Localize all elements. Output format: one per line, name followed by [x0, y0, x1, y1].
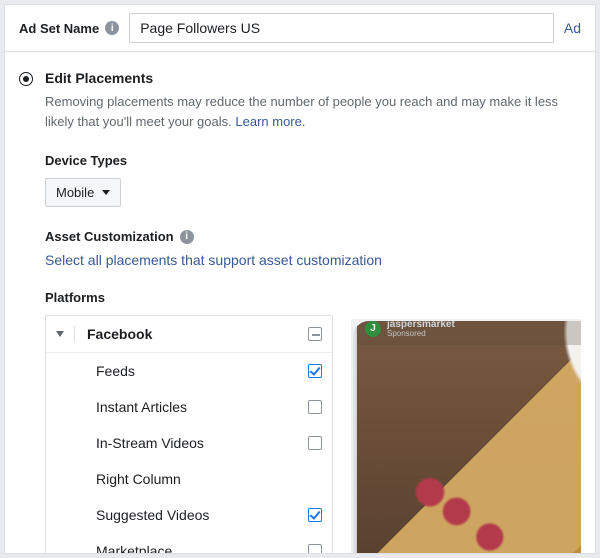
platform-group-name: Facebook [87, 326, 308, 342]
platform-item-label: Instant Articles [96, 399, 308, 415]
edit-placements-title: Edit Placements [45, 70, 581, 86]
edit-placements-description: Removing placements may reduce the numbe… [45, 92, 581, 131]
ad-image [357, 319, 581, 554]
asset-customization-section: Asset Customization i Select all placeme… [19, 229, 581, 268]
panel-body: Edit Placements Removing placements may … [5, 52, 595, 552]
platform-item[interactable]: In-Stream Videos [46, 425, 332, 461]
asset-customization-link[interactable]: Select all placements that support asset… [45, 252, 581, 268]
asset-customization-label-text: Asset Customization [45, 229, 174, 244]
brand-avatar: J [365, 321, 381, 337]
platform-item[interactable]: Instant Articles [46, 389, 332, 425]
platform-item[interactable]: Marketplace [46, 533, 332, 554]
platform-item[interactable]: Feeds [46, 353, 332, 389]
edit-placements-option[interactable]: Edit Placements Removing placements may … [19, 70, 581, 131]
learn-more-link[interactable]: Learn more. [235, 114, 305, 129]
collapse-toggle-icon[interactable] [56, 331, 64, 337]
info-icon[interactable]: i [105, 21, 119, 35]
device-types-label: Device Types [45, 153, 581, 168]
ad-header: J jaspersmarket Sponsored ✕ [357, 319, 581, 345]
right-link-fragment[interactable]: Ad [564, 20, 581, 36]
checkbox-icon[interactable] [308, 508, 322, 522]
device-types-selected: Mobile [56, 185, 94, 200]
tristate-checkbox-icon[interactable] [308, 327, 322, 341]
platforms-row: Facebook Feeds Instant Articles In-Stream … [45, 315, 581, 554]
device-types-label-text: Device Types [45, 153, 127, 168]
ads-manager-panel: Ad Set Name i Ad Edit Placements Removin… [4, 4, 596, 554]
platform-item-label: In-Stream Videos [96, 435, 308, 451]
checkbox-icon[interactable] [308, 436, 322, 450]
device-types-select[interactable]: Mobile [45, 178, 121, 207]
ad-sponsored-label: Sponsored [387, 330, 455, 339]
platforms-section: Platforms Facebook Feeds Instant Articles… [19, 290, 581, 554]
platform-item-label: Right Column [96, 471, 322, 487]
ad-preview: J jaspersmarket Sponsored ✕ [351, 319, 581, 554]
asset-customization-label: Asset Customization i [45, 229, 581, 244]
platform-item-label: Feeds [96, 363, 308, 379]
edit-placements-text: Edit Placements Removing placements may … [45, 70, 581, 131]
ad-set-name-row: Ad Set Name i Ad [5, 5, 595, 52]
platforms-label: Platforms [45, 290, 105, 305]
platform-item-label: Suggested Videos [96, 507, 308, 523]
platform-item[interactable]: Suggested Videos [46, 497, 332, 533]
ad-set-name-input[interactable] [129, 13, 554, 43]
platform-item-label: Marketplace [96, 543, 308, 554]
checkbox-icon[interactable] [308, 400, 322, 414]
radio-selected-icon[interactable] [19, 72, 33, 86]
device-types-section: Device Types Mobile [19, 153, 581, 207]
phone-frame: J jaspersmarket Sponsored ✕ [351, 319, 581, 554]
ad-set-name-label: Ad Set Name [19, 21, 99, 36]
platform-group-header[interactable]: Facebook [46, 316, 332, 353]
ad-card: J jaspersmarket Sponsored ✕ [357, 319, 581, 554]
checkbox-icon[interactable] [308, 364, 322, 378]
checkbox-icon[interactable] [308, 544, 322, 554]
platform-item[interactable]: Right Column [46, 461, 332, 497]
platforms-list: Facebook Feeds Instant Articles In-Stream … [45, 315, 333, 554]
chevron-down-icon [102, 190, 110, 195]
info-icon[interactable]: i [180, 230, 194, 244]
divider [74, 326, 75, 342]
